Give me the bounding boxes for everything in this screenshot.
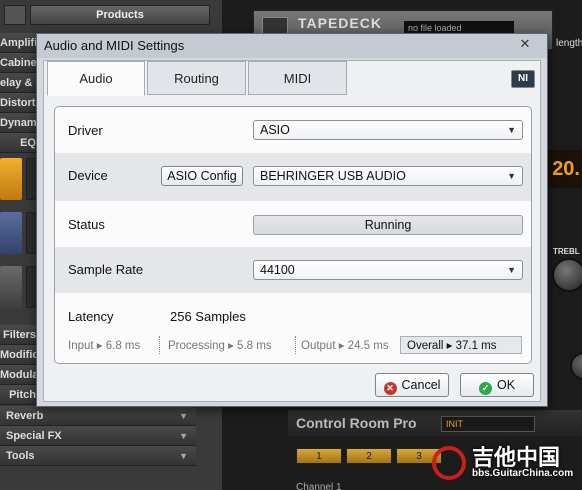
latency-output: Output ▸ 24.5 ms bbox=[301, 340, 389, 352]
sample-rate-value: 44100 bbox=[260, 263, 295, 277]
category-cabinets[interactable]: Cabine bbox=[0, 53, 40, 73]
divider bbox=[295, 336, 296, 354]
cancel-icon: ✕ bbox=[383, 382, 397, 395]
browser-toggle-button[interactable] bbox=[4, 5, 26, 25]
latency-label: Latency bbox=[68, 309, 114, 324]
settings-panel: Driver ASIO ▼ Device ASIO Config BEHRING… bbox=[54, 106, 532, 364]
latency-processing: Processing ▸ 5.8 ms bbox=[168, 340, 272, 352]
cancel-button[interactable]: ✕ Cancel bbox=[375, 373, 449, 397]
latency-value: 256 Samples bbox=[170, 309, 246, 324]
tab-routing[interactable]: Routing bbox=[147, 61, 246, 95]
product-tile[interactable] bbox=[0, 212, 22, 254]
tab-midi[interactable]: MIDI bbox=[248, 61, 347, 95]
close-icon: ✕ bbox=[519, 36, 531, 51]
menu-special-fx[interactable]: Special FX ▼ bbox=[0, 426, 196, 446]
channel-label: Channel 1 bbox=[296, 482, 342, 490]
category-delay-echo[interactable]: elay & E bbox=[0, 73, 40, 93]
sample-rate-label: Sample Rate bbox=[68, 262, 144, 277]
ok-button[interactable]: ✓ OK bbox=[460, 373, 534, 397]
product-tile-selected[interactable] bbox=[0, 158, 22, 200]
audio-midi-settings-dialog: Audio and MIDI Settings ✕ Audio Routing … bbox=[36, 33, 548, 407]
channel-button-1[interactable]: 1 bbox=[296, 448, 342, 464]
chevron-down-icon: ▼ bbox=[179, 451, 188, 461]
device-value: BEHRINGER USB AUDIO bbox=[260, 169, 406, 183]
treble-knob[interactable] bbox=[552, 258, 582, 292]
product-tile[interactable] bbox=[0, 266, 22, 308]
driver-label: Driver bbox=[68, 123, 103, 138]
check-icon: ✓ bbox=[478, 382, 492, 395]
ni-logo-icon: NI bbox=[511, 70, 535, 88]
tapedeck-title: TAPEDECK bbox=[298, 15, 382, 31]
chevron-down-icon: ▼ bbox=[507, 265, 516, 275]
length-label: length bbox=[556, 38, 582, 49]
chevron-down-icon: ▼ bbox=[507, 171, 516, 181]
sample-rate-row: Sample Rate 44100 ▼ bbox=[55, 247, 531, 293]
status-label: Status bbox=[68, 217, 105, 232]
tab-audio[interactable]: Audio bbox=[47, 61, 145, 96]
value-display: 20. bbox=[548, 150, 582, 188]
device-row: Device ASIO Config BEHRINGER USB AUDIO ▼ bbox=[55, 153, 531, 201]
category-pitch[interactable]: Pitch bbox=[0, 385, 40, 405]
dialog-title: Audio and MIDI Settings bbox=[44, 38, 185, 53]
category-dynamics[interactable]: Dynami bbox=[0, 113, 40, 133]
chevron-down-icon: ▼ bbox=[179, 431, 188, 441]
chevron-down-icon: ▼ bbox=[179, 411, 188, 421]
ok-label: OK bbox=[496, 378, 516, 392]
channel-button-2[interactable]: 2 bbox=[346, 448, 392, 464]
driver-value: ASIO bbox=[260, 123, 290, 137]
menu-tools-label: Tools bbox=[6, 450, 35, 462]
guitarchina-logo-icon bbox=[432, 446, 466, 480]
category-distortion[interactable]: Distortio bbox=[0, 93, 40, 113]
watermark: 吉他中国 bbs.GuitarChina.com bbox=[432, 440, 582, 484]
treble-label: TREBL bbox=[553, 247, 580, 256]
products-header[interactable]: Products bbox=[30, 5, 210, 25]
dialog-titlebar: Audio and MIDI Settings bbox=[37, 34, 547, 58]
driver-select[interactable]: ASIO ▼ bbox=[253, 120, 523, 140]
control-room-title: Control Room Pro bbox=[296, 415, 417, 431]
watermark-url: bbs.GuitarChina.com bbox=[472, 468, 574, 479]
sample-rate-select[interactable]: 44100 ▼ bbox=[253, 260, 523, 280]
device-label: Device bbox=[68, 168, 108, 183]
category-amplifiers[interactable]: Amplifi bbox=[0, 33, 40, 53]
category-modulation[interactable]: Modulati bbox=[0, 365, 40, 385]
divider bbox=[159, 336, 160, 354]
category-modifiers[interactable]: Modific bbox=[0, 345, 40, 365]
status-row: Status Running bbox=[55, 201, 531, 247]
device-select[interactable]: BEHRINGER USB AUDIO ▼ bbox=[253, 166, 523, 186]
cancel-label: Cancel bbox=[401, 378, 441, 392]
status-display: Running bbox=[253, 215, 523, 235]
latency-row: Latency 256 Samples Input ▸ 6.8 ms Proce… bbox=[55, 293, 531, 363]
preset-select[interactable]: INIT bbox=[441, 416, 535, 432]
menu-special-fx-label: Special FX bbox=[6, 430, 62, 442]
asio-config-button[interactable]: ASIO Config bbox=[161, 166, 243, 186]
close-button[interactable]: ✕ bbox=[507, 35, 543, 53]
menu-tools[interactable]: Tools ▼ bbox=[0, 446, 196, 466]
latency-input: Input ▸ 6.8 ms bbox=[68, 340, 141, 352]
driver-row: Driver ASIO ▼ bbox=[55, 107, 531, 153]
menu-reverb-label: Reverb bbox=[6, 410, 44, 422]
category-filters[interactable]: Filters bbox=[0, 325, 40, 345]
chevron-down-icon: ▼ bbox=[507, 125, 516, 135]
latency-overall: Overall ▸ 37.1 ms bbox=[400, 336, 522, 354]
category-eq[interactable]: EQ bbox=[0, 133, 40, 153]
menu-reverb[interactable]: Reverb ▼ bbox=[0, 406, 196, 426]
latency-breakdown: Input ▸ 6.8 ms Processing ▸ 5.8 ms Outpu… bbox=[55, 336, 531, 358]
